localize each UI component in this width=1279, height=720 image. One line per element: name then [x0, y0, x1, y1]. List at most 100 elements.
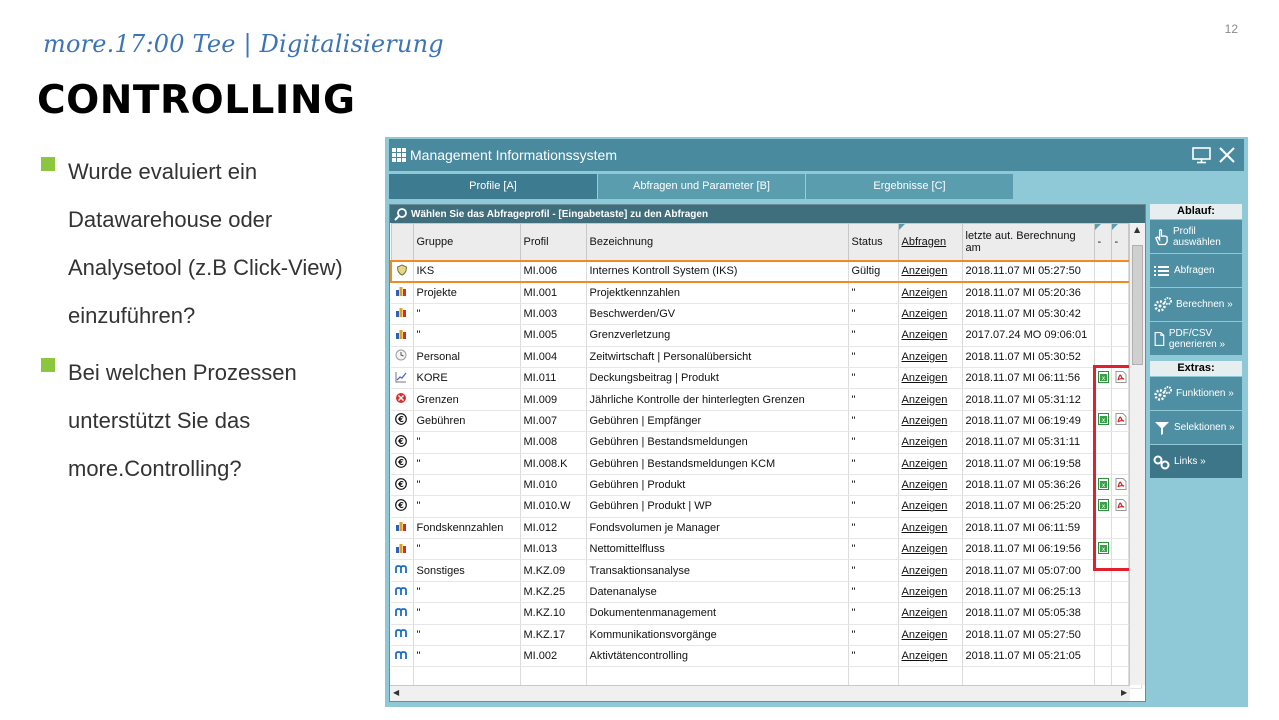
show-queries-link[interactable]: Anzeigen — [902, 479, 948, 491]
show-queries-link[interactable]: Anzeigen — [902, 500, 948, 512]
column-header[interactable]: Gruppe — [412, 223, 521, 261]
excel-icon[interactable]: x — [1097, 370, 1110, 386]
table-row[interactable]: Sonstiges M.KZ.09 Transaktionsanalyse " Anze… — [391, 559, 1142, 582]
scroll-right-icon[interactable]: ▶ — [1121, 688, 1127, 697]
pdf-export-cell[interactable] — [1111, 367, 1129, 390]
query-link-cell[interactable]: Anzeigen — [898, 431, 963, 454]
table-row[interactable]: KORE MI.011 Deckungsbeitrag | Produkt " Anze… — [391, 367, 1142, 390]
horizontal-scrollbar[interactable]: ◀ ▶ — [390, 685, 1130, 701]
query-link-cell[interactable]: Anzeigen — [898, 602, 963, 625]
excel-export-cell[interactable]: x — [1094, 495, 1112, 518]
query-link-cell[interactable]: Anzeigen — [898, 281, 963, 304]
tab-profile[interactable]: Profile [A] — [389, 174, 597, 199]
query-link-cell[interactable]: Anzeigen — [898, 645, 963, 668]
query-link-cell[interactable]: Anzeigen — [898, 474, 963, 497]
select-profile-button[interactable]: Profil auswählen — [1150, 220, 1242, 253]
query-link-cell[interactable]: Anzeigen — [898, 367, 963, 390]
pdf-icon[interactable] — [1115, 370, 1127, 386]
show-queries-link[interactable]: Anzeigen — [902, 607, 948, 619]
table-row[interactable]: € " MI.008.K Gebühren | Bestandsmeldungen K… — [391, 453, 1142, 475]
query-link-cell[interactable]: Anzeigen — [898, 517, 963, 540]
table-row[interactable]: IKS MI.006 Internes Kontroll System (IKS) G… — [390, 259, 1142, 283]
show-queries-link[interactable]: Anzeigen — [902, 522, 948, 534]
tab-results[interactable]: Ergebnisse [C] — [805, 174, 1013, 199]
show-queries-link[interactable]: Anzeigen — [902, 394, 948, 406]
scroll-left-icon[interactable]: ◀ — [393, 688, 399, 697]
table-row[interactable]: € " MI.010 Gebühren | Produkt " Anzeigen 2018.… — [391, 474, 1142, 497]
show-queries-link[interactable]: Anzeigen — [902, 565, 948, 577]
column-header[interactable]: letzte aut. Berechnung am — [961, 223, 1095, 261]
excel-export-cell[interactable]: x — [1094, 538, 1112, 561]
query-link-cell[interactable]: Anzeigen — [898, 538, 963, 561]
show-queries-link[interactable]: Anzeigen — [902, 415, 948, 427]
column-header[interactable]: Bezeichnung — [585, 223, 849, 261]
pdf-export-cell[interactable] — [1111, 410, 1129, 433]
query-link-cell[interactable]: Anzeigen — [898, 303, 963, 326]
table-row[interactable]: " MI.002 Aktivtätencontrolling " Anzeigen 201… — [391, 645, 1142, 668]
table-row[interactable]: " MI.013 Nettomittelfluss " Anzeigen 2018.11.… — [391, 538, 1142, 561]
table-row[interactable]: € " MI.010.W Gebühren | Produkt | WP " Anzeig… — [391, 495, 1142, 518]
app-grid-icon[interactable] — [392, 147, 407, 163]
monitor-icon[interactable] — [1192, 146, 1212, 164]
table-row[interactable]: € " MI.008 Gebühren | Bestandsmeldungen " Anz… — [391, 431, 1142, 454]
show-queries-link[interactable]: Anzeigen — [902, 458, 948, 470]
generate-pdf-csv-button[interactable]: PDF/CSV generieren » — [1150, 322, 1242, 355]
scrollbar-thumb[interactable] — [1132, 245, 1143, 365]
functions-button[interactable]: Funktionen » — [1150, 377, 1242, 410]
query-link-cell[interactable]: Anzeigen — [898, 388, 963, 411]
show-queries-link[interactable]: Anzeigen — [902, 650, 948, 662]
show-queries-link[interactable]: Anzeigen — [902, 329, 948, 341]
table-row[interactable]: Fondskennzahlen MI.012 Fondsvolumen je Man… — [391, 517, 1142, 540]
excel-icon[interactable]: x — [1097, 541, 1110, 557]
excel-export-cell[interactable]: x — [1094, 410, 1112, 433]
query-link-cell[interactable]: Anzeigen — [898, 259, 963, 283]
close-icon[interactable] — [1218, 146, 1236, 164]
show-queries-link[interactable]: Anzeigen — [902, 543, 948, 555]
query-link-cell[interactable]: Anzeigen — [898, 581, 963, 604]
column-header[interactable] — [390, 223, 414, 261]
show-queries-link[interactable]: Anzeigen — [902, 265, 948, 277]
show-queries-link[interactable]: Anzeigen — [902, 287, 948, 299]
column-header[interactable]: Profil — [519, 223, 587, 261]
excel-export-cell[interactable]: x — [1094, 474, 1112, 497]
table-row[interactable]: Personal MI.004 Zeitwirtschaft | Personalü… — [391, 346, 1142, 368]
queries-button[interactable]: Abfragen — [1150, 254, 1242, 287]
excel-icon[interactable]: x — [1097, 477, 1110, 493]
query-link-cell[interactable]: Anzeigen — [898, 559, 963, 582]
show-queries-link[interactable]: Anzeigen — [902, 436, 948, 448]
excel-export-cell[interactable]: x — [1094, 367, 1112, 390]
pdf-icon[interactable] — [1115, 413, 1127, 428]
table-row[interactable]: " M.KZ.17 Kommunikationsvorgänge " Anzeigen 2… — [391, 624, 1142, 647]
scroll-up-icon[interactable]: ▲ — [1134, 225, 1140, 234]
query-link-cell[interactable]: Anzeigen — [898, 453, 963, 475]
table-row[interactable]: Grenzen MI.009 Jährliche Kontrolle der hin… — [391, 388, 1142, 411]
excel-icon[interactable]: x — [1097, 413, 1110, 428]
table-row[interactable]: € Gebühren MI.007 Gebühren | Empfänger " Anze… — [391, 410, 1142, 433]
table-row[interactable]: " MI.003 Beschwerden/GV " Anzeigen 2018.11.07… — [391, 303, 1142, 326]
column-header[interactable]: - — [1110, 223, 1129, 261]
column-header[interactable]: Abfragen — [897, 223, 963, 261]
table-row[interactable]: " M.KZ.25 Datenanalyse " Anzeigen 2018.11.07 … — [391, 581, 1142, 604]
column-header[interactable]: Status — [847, 223, 899, 261]
query-link-cell[interactable]: Anzeigen — [898, 324, 963, 347]
query-link-cell[interactable]: Anzeigen — [898, 346, 963, 368]
query-link-cell[interactable]: Anzeigen — [898, 624, 963, 647]
excel-icon[interactable]: x — [1097, 498, 1110, 514]
show-queries-link[interactable]: Anzeigen — [902, 372, 948, 384]
selections-button[interactable]: Selektionen » — [1150, 411, 1242, 444]
calculate-button[interactable]: Berechnen » — [1150, 288, 1242, 321]
query-link-cell[interactable]: Anzeigen — [898, 495, 963, 518]
show-queries-link[interactable]: Anzeigen — [902, 586, 948, 598]
show-queries-link[interactable]: Anzeigen — [902, 351, 948, 363]
table-row[interactable]: " MI.005 Grenzverletzung " Anzeigen 2017.07.2… — [391, 324, 1142, 347]
pdf-icon[interactable] — [1115, 498, 1127, 514]
pdf-export-cell[interactable] — [1111, 474, 1129, 497]
vertical-scrollbar[interactable]: ▲ — [1129, 223, 1145, 685]
links-button[interactable]: Links » — [1150, 445, 1242, 478]
pdf-icon[interactable] — [1115, 477, 1127, 493]
show-queries-link[interactable]: Anzeigen — [902, 629, 948, 641]
table-row[interactable]: " M.KZ.10 Dokumentenmanagement " Anzeigen 201… — [391, 602, 1142, 625]
column-header[interactable]: - — [1093, 223, 1112, 261]
pdf-export-cell[interactable] — [1111, 495, 1129, 518]
table-row[interactable]: Projekte MI.001 Projektkennzahlen " Anzeigen… — [391, 281, 1142, 304]
